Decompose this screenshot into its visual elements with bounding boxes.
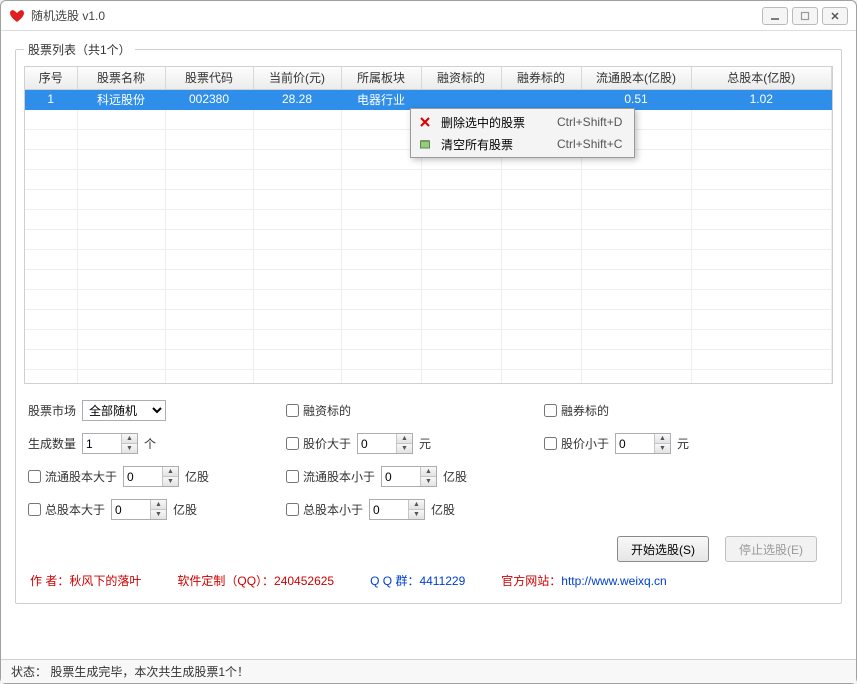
clear-icon: [417, 136, 433, 152]
table-row: [25, 189, 832, 209]
table-row: [25, 289, 832, 309]
content-area: 股票列表（共1个） 序号 股票名称 股票代码 当前价(元) 所属板块 融资标的 …: [1, 31, 856, 659]
context-menu: 删除选中的股票 Ctrl+Shift+D 清空所有股票 Ctrl+Shift+C: [410, 108, 635, 158]
col-total[interactable]: 总股本(亿股): [691, 67, 832, 89]
table-row: [25, 209, 832, 229]
footer-links: 作 者：秋风下的落叶 软件定制（QQ）：240452625 Q Q 群：4411…: [24, 562, 833, 591]
gen-count-spinner[interactable]: ▲▼: [82, 433, 138, 454]
total-gt-spinner[interactable]: ▲▼: [111, 499, 167, 520]
price-lt-spinner[interactable]: ▲▼: [615, 433, 671, 454]
margin-short-checkbox[interactable]: 融券标的: [544, 402, 609, 419]
group-legend: 股票列表（共1个）: [24, 41, 135, 58]
table-row: [25, 229, 832, 249]
col-name[interactable]: 股票名称: [77, 67, 165, 89]
close-button[interactable]: [822, 7, 848, 25]
market-label: 股票市场: [28, 402, 76, 419]
total-lt-spinner[interactable]: ▲▼: [369, 499, 425, 520]
qq-group[interactable]: Q Q 群：4411229: [370, 572, 465, 589]
status-text: 股票生成完毕，本次共生成股票1个！: [50, 663, 249, 680]
custom-info: 软件定制（QQ）：240452625: [177, 572, 334, 589]
table-row: [25, 269, 832, 289]
table-row: [25, 349, 832, 369]
float-lt-checkbox[interactable]: 流通股本小于: [286, 468, 375, 485]
menu-clear-all[interactable]: 清空所有股票 Ctrl+Shift+C: [413, 133, 632, 155]
float-gt-checkbox[interactable]: 流通股本大于: [28, 468, 117, 485]
table-row: [25, 249, 832, 269]
total-lt-checkbox[interactable]: 总股本小于: [286, 501, 363, 518]
window-buttons: [762, 7, 848, 25]
price-gt-spinner[interactable]: ▲▼: [357, 433, 413, 454]
table-header-row: 序号 股票名称 股票代码 当前价(元) 所属板块 融资标的 融券标的 流通股本(…: [25, 67, 832, 89]
col-sector[interactable]: 所属板块: [341, 67, 421, 89]
menu-delete-selected[interactable]: 删除选中的股票 Ctrl+Shift+D: [413, 111, 632, 133]
delete-icon: [417, 114, 433, 130]
float-lt-spinner[interactable]: ▲▼: [381, 466, 437, 487]
table-row: [25, 169, 832, 189]
start-button[interactable]: 开始选股(S): [617, 536, 709, 562]
gen-count-label: 生成数量: [28, 435, 76, 452]
table-row: [25, 309, 832, 329]
stock-list-group: 股票列表（共1个） 序号 股票名称 股票代码 当前价(元) 所属板块 融资标的 …: [15, 41, 842, 604]
minimize-button[interactable]: [762, 7, 788, 25]
total-gt-checkbox[interactable]: 总股本大于: [28, 501, 105, 518]
app-icon: [9, 8, 25, 24]
author-info: 作 者：秋风下的落叶: [30, 572, 141, 589]
table-row: [25, 329, 832, 349]
maximize-button[interactable]: [792, 7, 818, 25]
table-container: 序号 股票名称 股票代码 当前价(元) 所属板块 融资标的 融券标的 流通股本(…: [24, 66, 833, 384]
table-row: [25, 369, 832, 384]
stop-button: 停止选股(E): [725, 536, 817, 562]
price-gt-checkbox[interactable]: 股价大于: [286, 435, 351, 452]
col-price[interactable]: 当前价(元): [253, 67, 341, 89]
col-finance[interactable]: 融资标的: [421, 67, 501, 89]
official-site[interactable]: 官方网站：http://www.weixq.cn: [501, 572, 666, 589]
col-code[interactable]: 股票代码: [165, 67, 253, 89]
gen-count-input[interactable]: [83, 434, 121, 453]
col-index[interactable]: 序号: [25, 67, 77, 89]
window-title: 随机选股 v1.0: [31, 7, 762, 24]
app-window: 随机选股 v1.0 股票列表（共1个） 序号 股票名称 股票代码 当前价(元): [0, 0, 857, 684]
float-gt-spinner[interactable]: ▲▼: [123, 466, 179, 487]
col-short[interactable]: 融券标的: [501, 67, 581, 89]
market-select[interactable]: 全部随机: [82, 400, 166, 421]
col-float[interactable]: 流通股本(亿股): [581, 67, 691, 89]
statusbar: 状态： 股票生成完毕，本次共生成股票1个！: [1, 659, 856, 683]
price-lt-checkbox[interactable]: 股价小于: [544, 435, 609, 452]
titlebar: 随机选股 v1.0: [1, 1, 856, 31]
table-row[interactable]: 1科远股份00238028.28电器行业0.511.02: [25, 89, 832, 109]
margin-finance-checkbox[interactable]: 融资标的: [286, 402, 351, 419]
controls-panel: 股票市场 全部随机 融资标的 融券标的: [24, 400, 833, 562]
